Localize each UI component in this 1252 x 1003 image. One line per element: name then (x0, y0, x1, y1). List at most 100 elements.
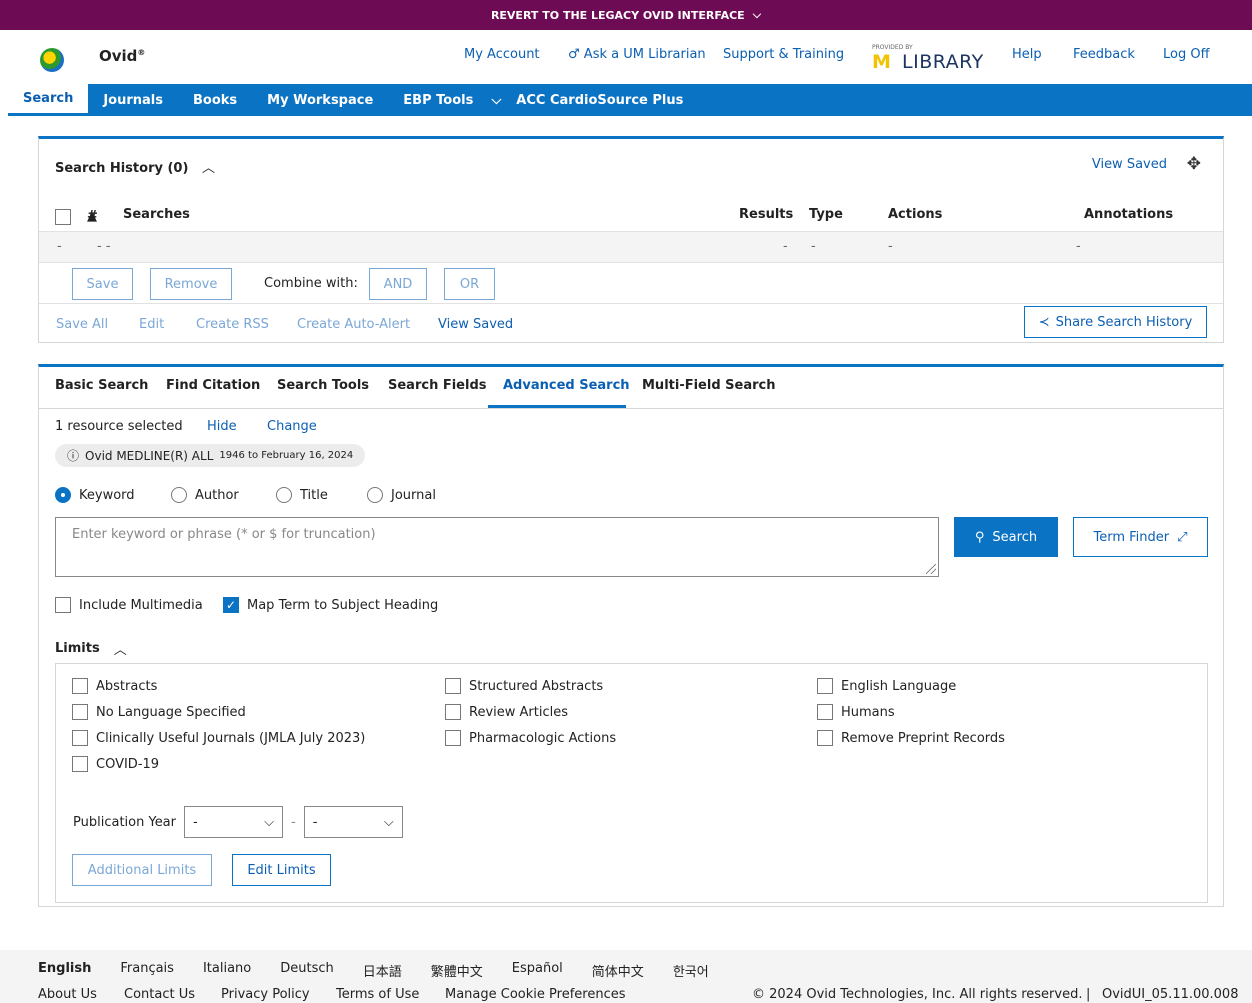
about-us-link[interactable]: About Us (38, 987, 97, 1002)
my-account-link[interactable]: My Account (464, 47, 540, 62)
publication-year-to-select[interactable]: - ⌵ (303, 806, 403, 838)
search-history-title[interactable]: Search History (0) ︿ (55, 157, 215, 176)
limit-remove-preprint[interactable]: Remove Preprint Records (817, 730, 1005, 746)
remove-button[interactable]: Remove (150, 268, 232, 300)
radio-title[interactable]: Title (276, 487, 328, 503)
nav-search[interactable]: Search (8, 84, 89, 116)
additional-limits-button[interactable]: Additional Limits (72, 854, 212, 886)
move-icon[interactable]: ✥ (1187, 154, 1201, 174)
radio-author[interactable]: Author (171, 487, 239, 503)
tab-search-tools[interactable]: Search Tools (277, 378, 369, 393)
create-auto-alert-link[interactable]: Create Auto-Alert (297, 317, 410, 332)
lang-english[interactable]: English (38, 961, 91, 980)
lang-korean[interactable]: 한국어 (673, 961, 709, 980)
help-link[interactable]: Help (1012, 47, 1042, 62)
support-training-link[interactable]: Support & Training (723, 47, 844, 62)
map-term-option[interactable]: ✓ Map Term to Subject Heading (223, 597, 438, 613)
create-rss-link[interactable]: Create RSS (196, 317, 269, 332)
legacy-interface-banner[interactable]: REVERT TO THE LEGACY OVID INTERFACE ⌵ (0, 0, 1252, 30)
change-link[interactable]: Change (267, 419, 317, 434)
hide-link[interactable]: Hide (207, 419, 237, 434)
nav-my-workspace[interactable]: My Workspace (252, 84, 388, 116)
include-multimedia-option[interactable]: Include Multimedia (55, 597, 203, 613)
limit-structured-abstracts[interactable]: Structured Abstracts (445, 678, 603, 694)
lang-simplified-chinese[interactable]: 简体中文 (592, 961, 644, 980)
share-search-history-button[interactable]: ≺ Share Search History (1024, 306, 1207, 338)
limit-covid[interactable]: COVID-19 (72, 756, 159, 772)
tab-find-citation[interactable]: Find Citation (166, 378, 260, 393)
limit-clinically-useful[interactable]: Clinically Useful Journals (JMLA July 20… (72, 730, 365, 746)
terms-of-use-link[interactable]: Terms of Use (336, 987, 419, 1002)
contact-us-link[interactable]: Contact Us (124, 987, 195, 1002)
edit-limits-button[interactable]: Edit Limits (232, 854, 331, 886)
privacy-policy-link[interactable]: Privacy Policy (221, 987, 310, 1002)
library-text: LIBRARY (902, 51, 984, 73)
limit-covid-label: COVID-19 (96, 756, 160, 772)
limit-abstracts[interactable]: Abstracts (72, 678, 157, 694)
chevron-up-icon[interactable]: ︿ (202, 161, 215, 176)
year-from-value: - (193, 814, 198, 830)
limit-structured-abstracts-checkbox[interactable] (445, 678, 461, 694)
limit-covid-checkbox[interactable] (72, 756, 88, 772)
lang-italian[interactable]: Italiano (203, 961, 251, 980)
limit-english-language[interactable]: English Language (817, 678, 956, 694)
search-button[interactable]: ⚲ Search (954, 517, 1058, 557)
tab-search-fields[interactable]: Search Fields (388, 378, 487, 393)
limit-humans[interactable]: Humans (817, 704, 895, 720)
nav-books[interactable]: Books (178, 84, 252, 116)
view-saved-bottom-link[interactable]: View Saved (438, 317, 513, 332)
radio-keyword[interactable]: Keyword (55, 487, 135, 503)
limit-pharmacologic-actions-checkbox[interactable] (445, 730, 461, 746)
tab-basic-search[interactable]: Basic Search (55, 378, 148, 393)
lang-german[interactable]: Deutsch (280, 961, 334, 980)
save-all-link[interactable]: Save All (56, 317, 108, 332)
search-input[interactable]: Enter keyword or phrase (* or $ for trun… (55, 517, 939, 577)
ask-librarian-link[interactable]: ♂ Ask a UM Librarian (568, 47, 706, 62)
edit-link[interactable]: Edit (139, 317, 164, 332)
limit-clinically-useful-checkbox[interactable] (72, 730, 88, 746)
feedback-link[interactable]: Feedback (1073, 47, 1135, 62)
lang-spanish[interactable]: Español (512, 961, 563, 980)
um-library-logo[interactable]: PROVIDED BY M LIBRARY (872, 44, 984, 73)
save-button[interactable]: Save (72, 268, 133, 300)
map-term-checkbox[interactable]: ✓ (223, 597, 239, 613)
or-button[interactable]: OR (444, 268, 495, 300)
and-button[interactable]: AND (369, 268, 427, 300)
lang-japanese[interactable]: 日本語 (363, 961, 402, 980)
limit-abstracts-label: Abstracts (96, 678, 158, 694)
nav-acc-cardiosource[interactable]: ACC CardioSource Plus (516, 84, 698, 116)
lang-traditional-chinese[interactable]: 繁體中文 (431, 961, 483, 980)
logoff-link[interactable]: Log Off (1163, 47, 1210, 62)
radio-author-control[interactable] (171, 487, 187, 503)
radio-title-control[interactable] (276, 487, 292, 503)
radio-keyword-control[interactable] (55, 487, 71, 503)
publication-year-from-select[interactable]: - ⌵ (184, 806, 283, 838)
radio-journal[interactable]: Journal (367, 487, 436, 503)
limits-toggle[interactable]: Limits ︿ (55, 639, 127, 658)
limit-no-language-checkbox[interactable] (72, 704, 88, 720)
include-multimedia-checkbox[interactable] (55, 597, 71, 613)
tab-advanced-search[interactable]: Advanced Search (503, 378, 630, 393)
tab-multi-field-search[interactable]: Multi-Field Search (642, 378, 775, 393)
limit-review-articles[interactable]: Review Articles (445, 704, 568, 720)
legacy-interface-link[interactable]: REVERT TO THE LEGACY OVID INTERFACE (491, 9, 745, 22)
nav-ebp-tools[interactable]: EBP Tools ⌵ (388, 84, 516, 116)
limit-english-language-checkbox[interactable] (817, 678, 833, 694)
term-finder-button[interactable]: Term Finder ⤢ (1073, 517, 1208, 557)
search-button-label: Search (992, 529, 1038, 545)
radio-journal-control[interactable] (367, 487, 383, 503)
resize-handle-icon[interactable] (926, 564, 936, 574)
select-all-checkbox[interactable] (55, 209, 71, 225)
limit-review-articles-checkbox[interactable] (445, 704, 461, 720)
limit-humans-checkbox[interactable] (817, 704, 833, 720)
limit-remove-preprint-checkbox[interactable] (817, 730, 833, 746)
cookie-preferences-link[interactable]: Manage Cookie Preferences (445, 987, 625, 1002)
limit-pharmacologic-actions[interactable]: Pharmacologic Actions (445, 730, 616, 746)
lang-french[interactable]: Français (120, 961, 174, 980)
nav-journals[interactable]: Journals (88, 84, 178, 116)
term-finder-label: Term Finder (1093, 529, 1170, 545)
limit-abstracts-checkbox[interactable] (72, 678, 88, 694)
limit-no-language[interactable]: No Language Specified (72, 704, 246, 720)
view-saved-link[interactable]: View Saved (1092, 157, 1167, 172)
database-pill[interactable]: ⓘ Ovid MEDLINE(R) ALL 1946 to February 1… (55, 444, 366, 467)
